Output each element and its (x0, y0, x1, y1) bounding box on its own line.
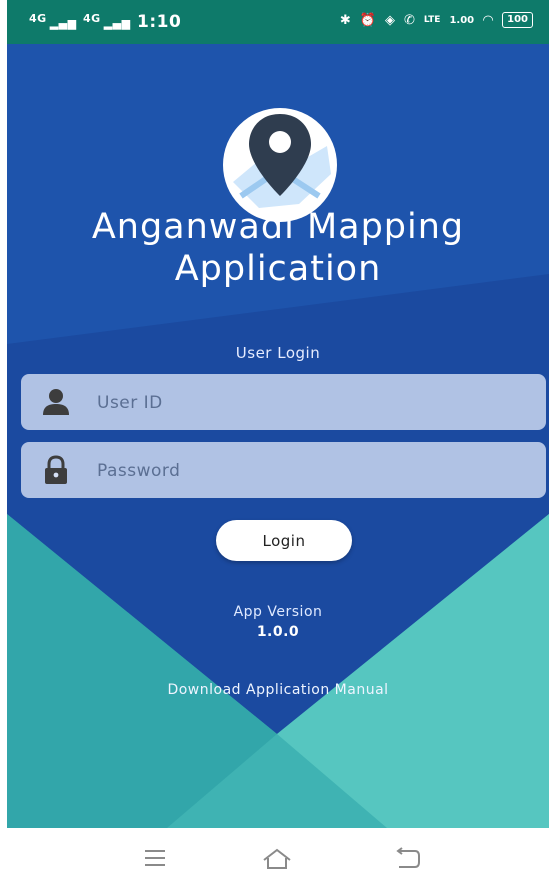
vpn-icon: ◈ (384, 12, 395, 28)
user-icon (43, 389, 69, 415)
call-icon: ✆ (403, 12, 415, 28)
app-title-line2: Application (174, 249, 382, 289)
navigation-bar (7, 828, 549, 890)
app-title-line1: Anganwadi Mapping (91, 207, 465, 247)
menu-icon[interactable] (137, 842, 173, 874)
login-screen: Anganwadi Mapping Application User Login… (7, 44, 549, 828)
battery-icon: 100 (502, 12, 533, 28)
signal-bars-icon: ▂▄▆ (103, 17, 131, 30)
app-version-value: 1.0.0 (256, 624, 300, 640)
status-right: ✱ ⏰ ◈ ✆ LTE 1.00 ◠ 100 (340, 12, 533, 28)
status-left: 4G ▂▄▆ 4G ▂▄▆ 1:10 (29, 12, 181, 32)
signal-bars-icon: ▂▄▆ (49, 17, 77, 30)
net-speed: 1.00 (449, 14, 475, 26)
password-field[interactable] (21, 442, 546, 498)
bluetooth-icon: ✱ (339, 12, 351, 28)
clock: 1:10 (137, 12, 182, 32)
back-icon[interactable] (389, 842, 425, 874)
signal-1-label: 4G (29, 12, 47, 25)
password-input[interactable] (95, 452, 519, 490)
home-icon[interactable] (259, 842, 295, 874)
app-title: Anganwadi Mapping Application (7, 206, 549, 290)
signal-2-label: 4G (83, 12, 101, 25)
alarm-icon: ⏰ (359, 12, 376, 28)
userid-input[interactable] (95, 384, 519, 422)
login-caption: User Login (235, 344, 321, 362)
lock-icon (45, 455, 67, 484)
login-button[interactable]: Login (216, 520, 352, 561)
download-manual-link[interactable]: Download Application Manual (7, 682, 549, 698)
wifi-icon: ◠ (483, 12, 494, 28)
volte-icon: LTE (423, 15, 441, 25)
status-bar: 4G ▂▄▆ 4G ▂▄▆ 1:10 ✱ ⏰ ◈ ✆ LTE 1.00 ◠ 100 (7, 0, 549, 44)
app-version-label: App Version (233, 604, 323, 620)
userid-field[interactable] (21, 374, 546, 430)
